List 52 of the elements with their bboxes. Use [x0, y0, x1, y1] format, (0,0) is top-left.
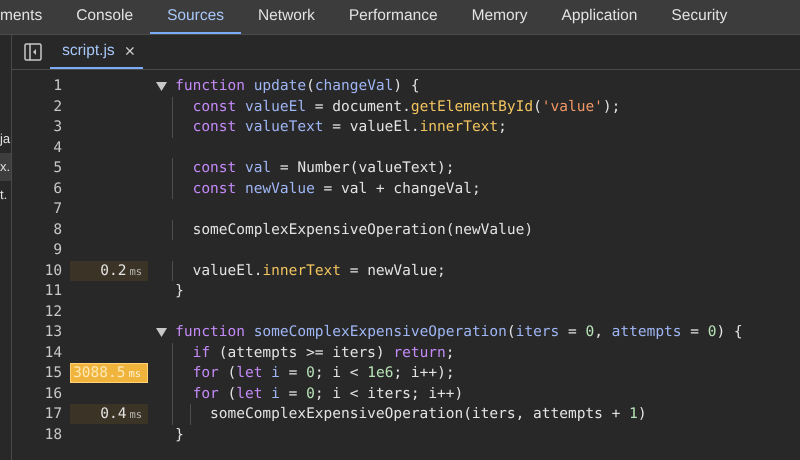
code-line: const valueEl = document.getElementById('value');	[192, 98, 620, 115]
code-line: for (let i = 0; i < iters; i++)	[192, 386, 464, 402]
timing-badge: 0.4 ms	[70, 404, 148, 424]
code-line: }	[175, 283, 184, 300]
line-number: 18	[44, 426, 62, 443]
line-number: 12	[44, 304, 62, 320]
line-number: 1	[52, 78, 62, 94]
line-number: 13	[44, 324, 62, 340]
file-tree-item[interactable]: t.	[0, 181, 12, 209]
line-number: 3	[52, 119, 62, 136]
file-tree-item[interactable]: x.	[0, 153, 12, 181]
code-line: function someComplexExpensiveOperation(iters = 0, attempts = 0) {	[175, 324, 743, 340]
file-tree-item[interactable]: ja	[0, 125, 12, 153]
file-tab-label: script.js	[62, 42, 115, 60]
panel-tab[interactable]: Network	[240, 0, 332, 34]
line-number: 10	[44, 262, 62, 279]
code-line: function update(changeVal) {	[175, 78, 420, 94]
panel-tab[interactable]: Memory	[454, 0, 545, 34]
timing-badge: 3088.5 ms	[70, 363, 148, 384]
code-line: someComplexExpensiveOperation(iters, attempts + 1)	[209, 406, 647, 422]
code-line: for (let i = 0; i < 1e6; i++);	[192, 365, 455, 382]
panel-tab[interactable]: Sources	[150, 0, 241, 34]
close-icon[interactable]: ×	[124, 40, 136, 62]
file-tab[interactable]: script.js ×	[50, 35, 144, 69]
line-number: 5	[52, 160, 62, 176]
code-line: }	[175, 426, 184, 443]
line-number: 14	[44, 344, 62, 361]
line-number: 9	[52, 242, 62, 258]
line-number: 16	[44, 386, 62, 402]
line-number: 11	[44, 283, 62, 300]
code-line: valueEl.innerText = newValue;	[192, 262, 446, 279]
line-number: 4	[52, 140, 62, 156]
panel-tab[interactable]: Security	[654, 0, 744, 34]
code-line: someComplexExpensiveOperation(newValue)	[192, 222, 534, 238]
line-number: 15	[44, 365, 62, 382]
line-number: 7	[52, 201, 62, 218]
panel-tab[interactable]: ments	[0, 0, 60, 34]
line-number: 17	[44, 406, 62, 422]
line-number: 6	[52, 180, 62, 197]
code-line: const newValue = val + changeVal;	[192, 180, 481, 197]
fold-arrow-icon[interactable]	[156, 328, 168, 337]
timing-badge: 0.2 ms	[70, 260, 148, 281]
line-number: 2	[52, 98, 62, 115]
code-line: const val = Number(valueText);	[192, 160, 454, 176]
sidebar-toggle-icon[interactable]	[24, 43, 42, 61]
panel-tab[interactable]: Console	[59, 0, 150, 34]
code-line: const valueText = valueEl.innerText;	[192, 119, 507, 136]
line-number: 8	[52, 222, 62, 238]
panel-tab[interactable]: Application	[544, 0, 654, 34]
code-line: if (attempts >= iters) return;	[192, 344, 454, 361]
panel-tab[interactable]: Performance	[332, 0, 455, 34]
fold-arrow-icon[interactable]	[156, 82, 168, 91]
